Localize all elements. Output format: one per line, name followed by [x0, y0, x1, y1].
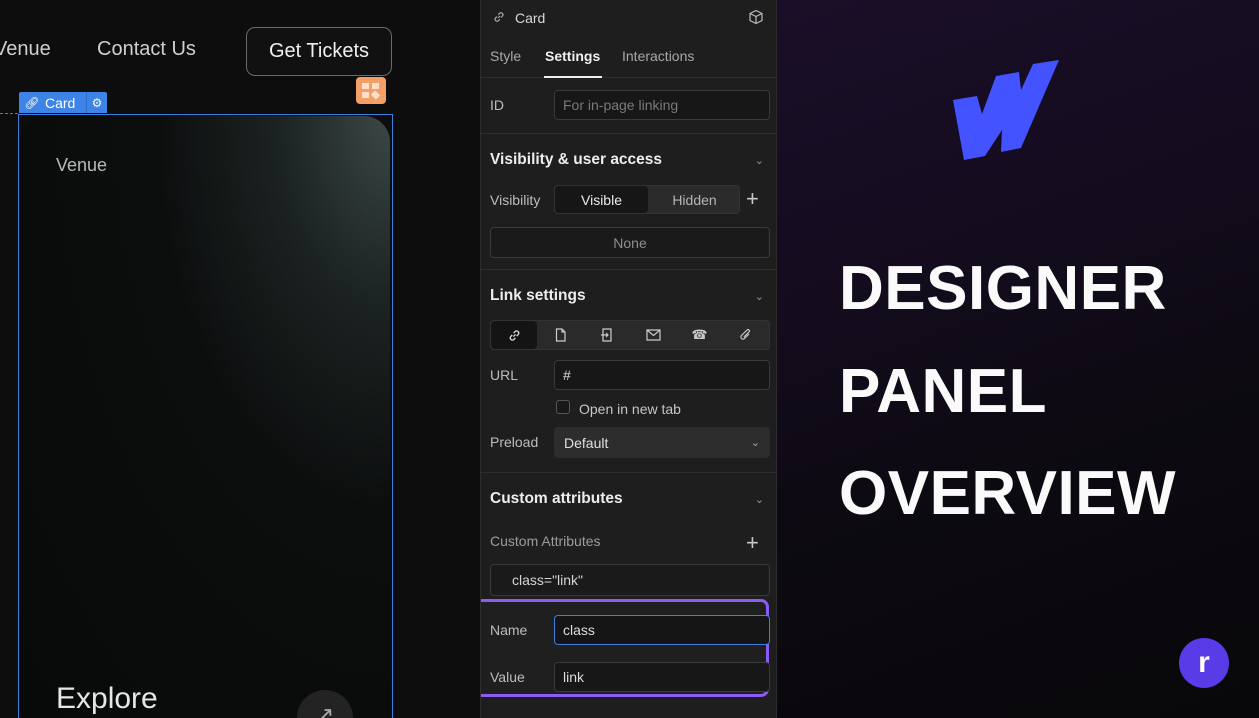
divider	[481, 269, 776, 270]
visibility-toggle: Visible Hidden	[554, 185, 740, 214]
attribute-value-label: Value	[490, 669, 525, 685]
visibility-section-title[interactable]: Visibility & user access	[490, 151, 662, 169]
tab-settings[interactable]: Settings	[545, 48, 600, 64]
url-label: URL	[490, 367, 519, 383]
attribute-name-label: Name	[490, 622, 528, 638]
panel-tabs: Style Settings Interactions	[481, 36, 776, 78]
divider	[481, 133, 776, 134]
selection-outline	[18, 114, 393, 718]
link-icon	[493, 11, 505, 26]
preload-label: Preload	[490, 434, 539, 450]
section-link-icon[interactable]	[584, 321, 630, 349]
headline-line-3: OVERVIEW	[839, 459, 1177, 528]
link-settings-title[interactable]: Link settings	[490, 287, 586, 305]
attribute-editor: Name class Value link	[481, 599, 770, 697]
settings-panel: Card Style Settings Interactions ID For …	[480, 0, 777, 718]
headline-line-2: PANEL	[839, 357, 1048, 426]
headline-line-1: DESIGNER	[839, 254, 1167, 323]
channel-badge: r	[1179, 638, 1229, 688]
attribute-name-input[interactable]: class	[554, 615, 770, 645]
active-tab-indicator	[544, 76, 602, 78]
panel-header: Card	[481, 0, 776, 36]
webflow-logo-icon	[951, 56, 1061, 171]
url-input[interactable]: #	[554, 360, 770, 390]
visibility-label: Visibility	[490, 192, 541, 208]
tab-interactions[interactable]: Interactions	[622, 48, 694, 64]
email-link-icon[interactable]	[630, 321, 676, 349]
guide-line	[0, 113, 18, 114]
title-banner: DESIGNER PANEL OVERVIEW r	[777, 0, 1259, 718]
component-icon[interactable]	[356, 77, 386, 104]
access-none-field[interactable]: None	[490, 227, 770, 258]
url-link-icon[interactable]	[491, 321, 538, 349]
page-link-icon[interactable]	[537, 321, 583, 349]
visibility-hidden-option[interactable]: Hidden	[648, 186, 741, 213]
chevron-down-icon: ⌄	[750, 437, 760, 449]
custom-attributes-title[interactable]: Custom attributes	[490, 490, 623, 508]
link-type-bar: ☎︎	[490, 320, 770, 350]
preload-select[interactable]: Default ⌄	[554, 427, 770, 458]
id-input[interactable]: For in-page linking	[554, 90, 770, 120]
visibility-visible-option[interactable]: Visible	[555, 186, 648, 213]
chevron-down-icon[interactable]: ⌄	[755, 154, 764, 167]
chevron-down-icon[interactable]: ⌄	[755, 493, 764, 506]
open-new-tab-checkbox[interactable]	[556, 400, 570, 414]
tab-style[interactable]: Style	[490, 48, 521, 64]
nav-link-contact[interactable]: Contact Us	[97, 38, 196, 61]
link-icon: 🔗︎	[24, 95, 40, 110]
add-attribute-plus-icon[interactable]: +	[746, 532, 759, 554]
chevron-down-icon[interactable]: ⌄	[755, 290, 764, 303]
card-heading: Venue	[56, 155, 108, 175]
gear-icon[interactable]: ⚙	[86, 92, 107, 113]
custom-attributes-label: Custom Attributes	[490, 533, 601, 549]
divider	[481, 472, 776, 473]
selection-tag-label: Card	[45, 94, 76, 111]
component-box-icon[interactable]	[748, 9, 764, 29]
get-tickets-button[interactable]: Get Tickets	[246, 27, 392, 76]
element-title: Card	[515, 10, 546, 26]
file-link-icon[interactable]	[723, 321, 769, 349]
preload-value: Default	[564, 434, 609, 451]
phone-link-icon[interactable]: ☎︎	[676, 321, 722, 349]
id-label: ID	[490, 97, 504, 113]
attribute-value-input[interactable]: link	[554, 662, 770, 692]
add-condition-plus-icon[interactable]: +	[746, 188, 759, 210]
designer-canvas: Venue Contact Us Get Tickets 🔗︎ Card ⚙ V…	[0, 0, 480, 718]
card-cta-text: Explore	[56, 682, 158, 715]
attribute-list-item[interactable]: class="link"	[490, 564, 770, 596]
selection-tag[interactable]: 🔗︎ Card ⚙	[19, 92, 107, 113]
open-new-tab-label[interactable]: Open in new tab	[579, 401, 681, 417]
nav-link-venue[interactable]: Venue	[0, 38, 51, 61]
